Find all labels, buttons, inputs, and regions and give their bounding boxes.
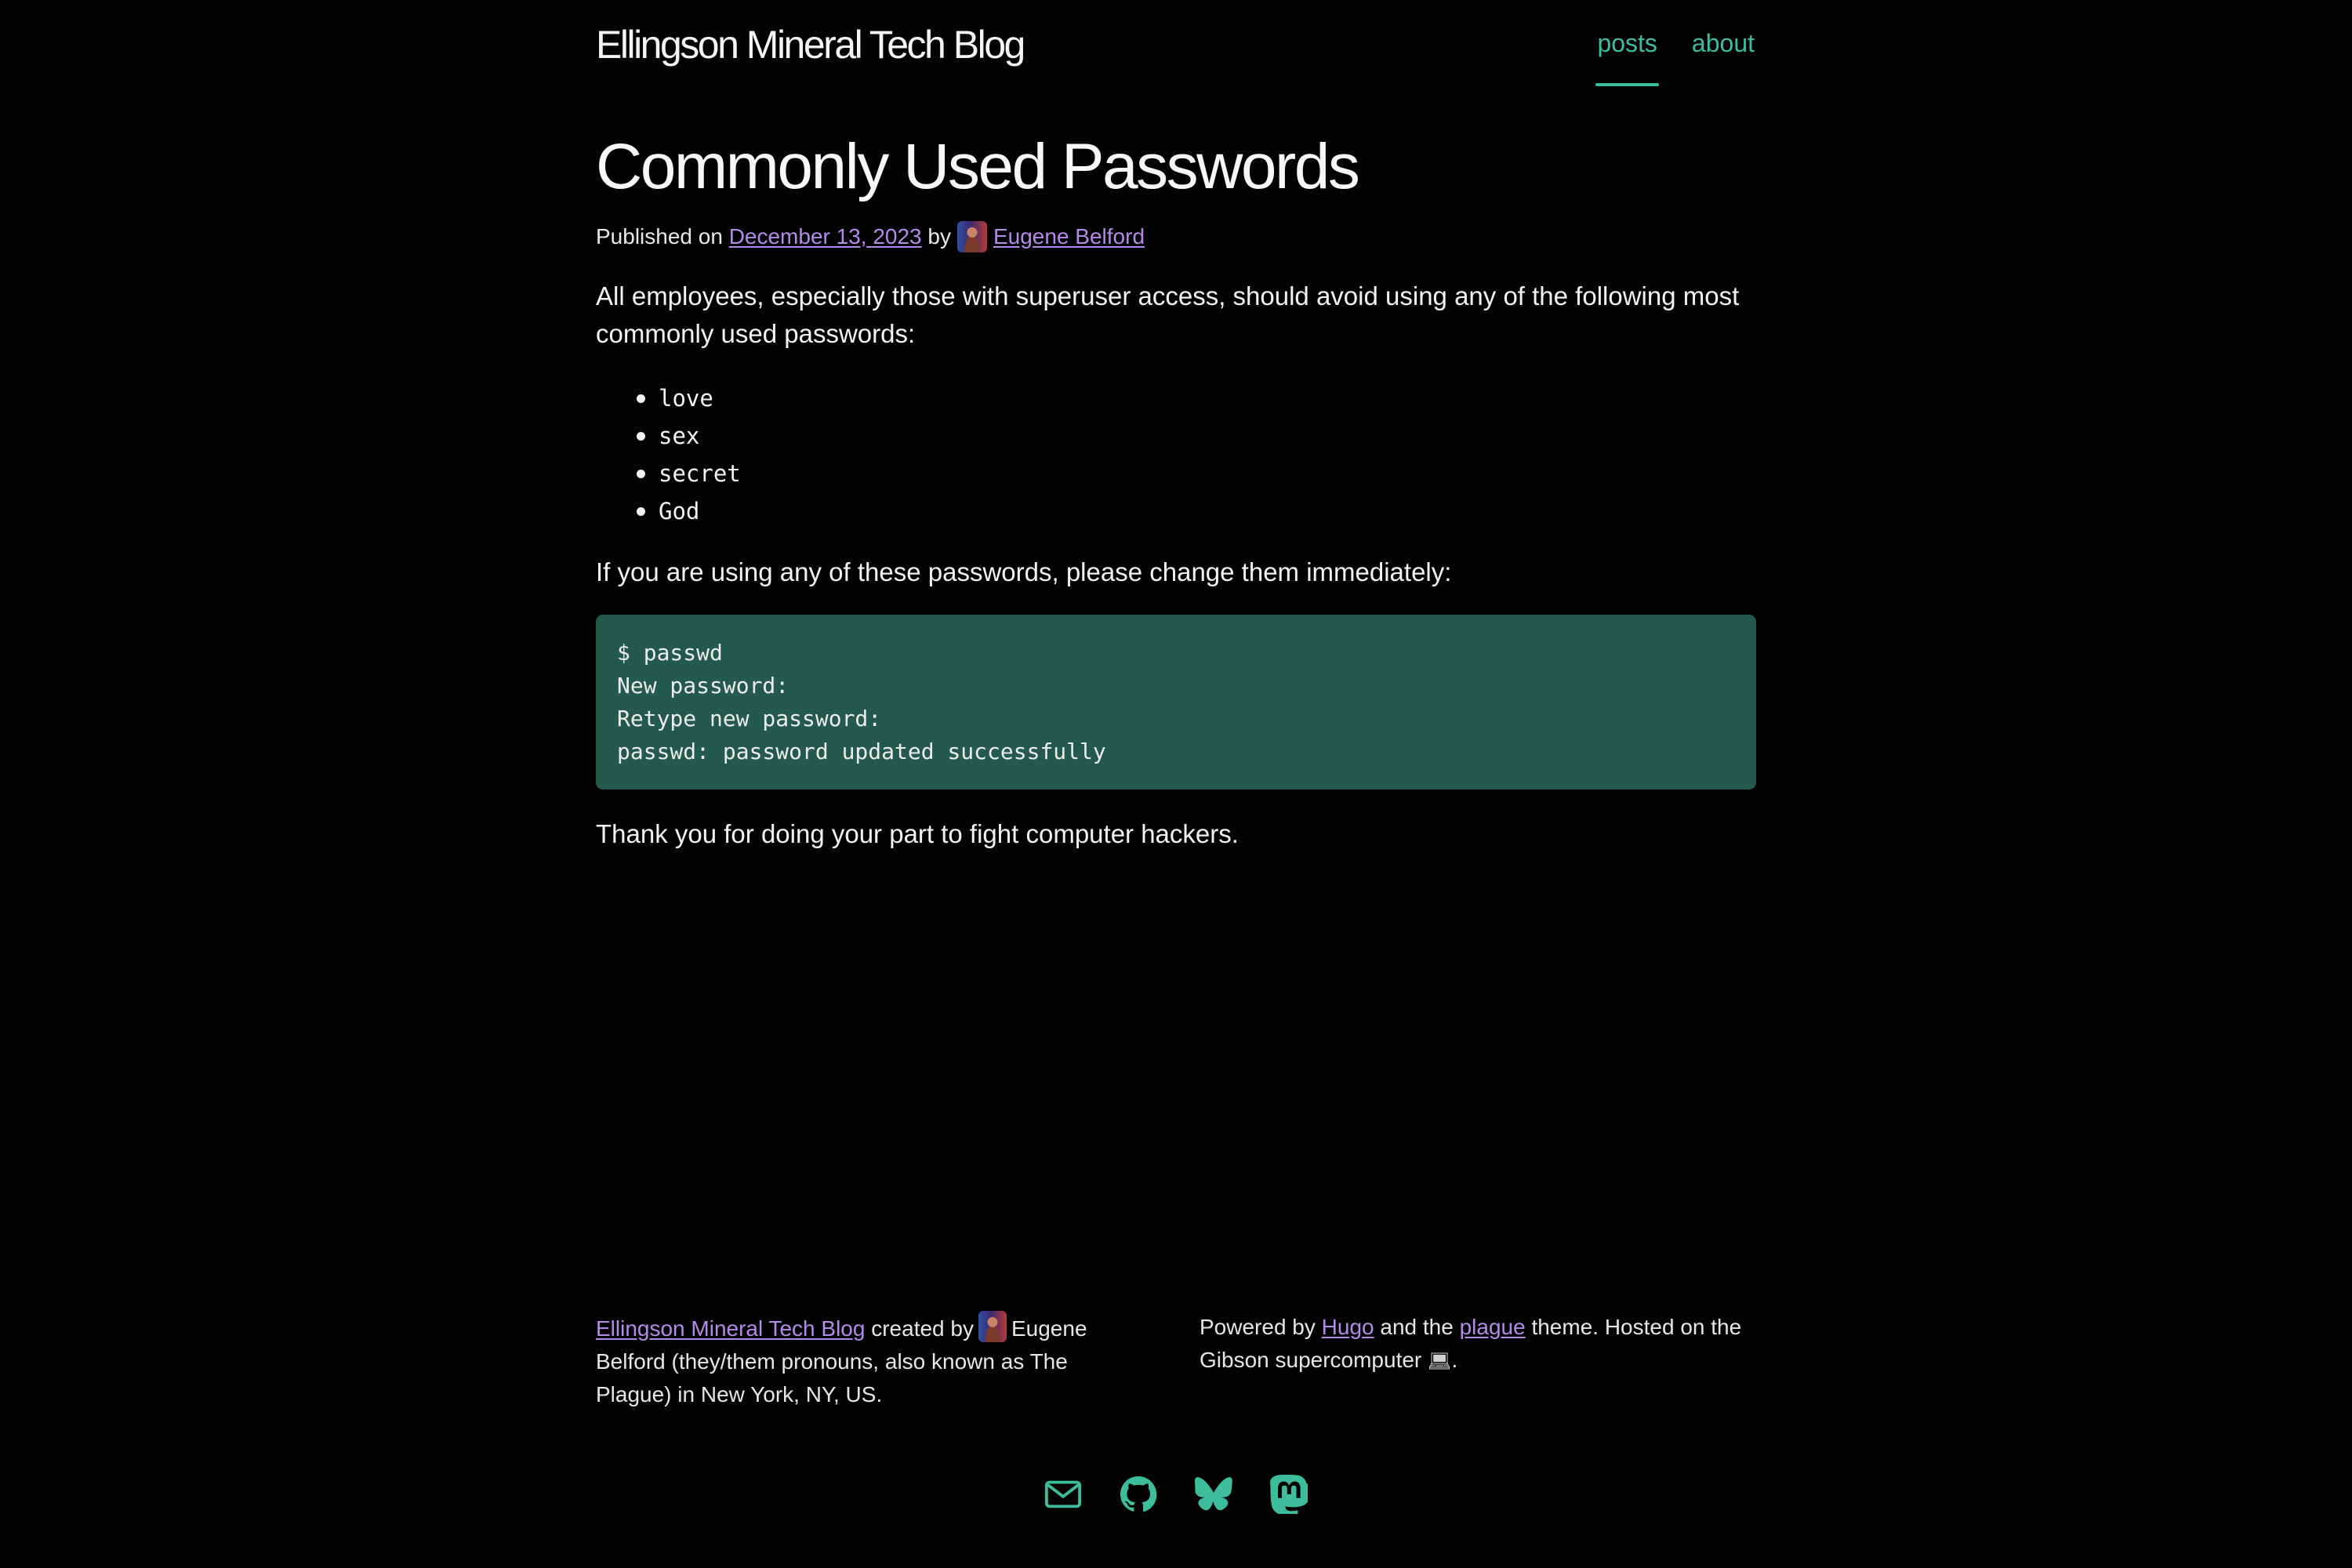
code-line: $ passwd: [617, 640, 723, 666]
post-date-link[interactable]: December 13, 2023: [729, 220, 922, 254]
author-link[interactable]: Eugene Belford: [993, 220, 1145, 254]
hugo-link[interactable]: Hugo: [1322, 1315, 1374, 1339]
bluesky-icon[interactable]: [1195, 1469, 1232, 1519]
list-item: secret: [596, 455, 741, 492]
nav-item-posts[interactable]: posts: [1595, 17, 1660, 86]
post-title: Commonly Used Passwords: [596, 131, 1360, 202]
list-item: love: [596, 379, 741, 417]
post-intro-paragraph: All employees, especially those with sup…: [596, 281, 1740, 348]
and-the-label: and the: [1380, 1315, 1454, 1339]
post-byline: Published on December 13, 2023 by Eugene…: [596, 220, 1145, 254]
powered-by-label: Powered by: [1200, 1315, 1316, 1339]
laptop-icon: 💻︎: [1428, 1350, 1452, 1372]
site-header: Ellingson Mineral Tech Blog posts about: [596, 17, 1756, 88]
social-links: [596, 1469, 1756, 1519]
list-item: God: [596, 492, 741, 530]
change-instruction-paragraph: If you are using any of these passwords,…: [596, 557, 1452, 586]
list-item: sex: [596, 417, 741, 455]
code-block: $ passwd New password: Retype new passwo…: [596, 615, 1756, 789]
footer-period: .: [1451, 1348, 1458, 1372]
password-list: love sex secret God: [596, 379, 741, 530]
nav-item-about[interactable]: about: [1690, 17, 1756, 80]
plague-theme-link[interactable]: plague: [1460, 1315, 1526, 1339]
thanks-paragraph: Thank you for doing your part to fight c…: [596, 819, 1239, 848]
page-container: Ellingson Mineral Tech Blog posts about …: [596, 0, 1756, 1568]
github-icon[interactable]: [1120, 1469, 1157, 1519]
by-label: by: [927, 224, 951, 249]
published-label: Published on: [596, 224, 723, 249]
site-title-link[interactable]: Ellingson Mineral Tech Blog: [596, 17, 1025, 72]
footer-author-avatar: [978, 1311, 1007, 1342]
author-avatar: [956, 221, 987, 252]
code-line: passwd: password updated successfully: [617, 739, 1106, 764]
footer-blog-link[interactable]: Ellingson Mineral Tech Blog: [596, 1316, 865, 1341]
code-line: Retype new password:: [617, 706, 882, 731]
main-nav: posts about: [1595, 17, 1756, 86]
email-icon[interactable]: [1044, 1469, 1082, 1519]
created-by-label: created by: [871, 1316, 974, 1341]
site-footer: Ellingson Mineral Tech Blog created by Eu…: [596, 1311, 1756, 1468]
footer-powered-by: Powered by Hugo and the plague theme. Ho…: [1200, 1311, 1756, 1377]
mastodon-icon[interactable]: [1270, 1469, 1308, 1519]
code-line: New password:: [617, 673, 789, 699]
footer-credits: Ellingson Mineral Tech Blog created by Eu…: [596, 1311, 1129, 1411]
